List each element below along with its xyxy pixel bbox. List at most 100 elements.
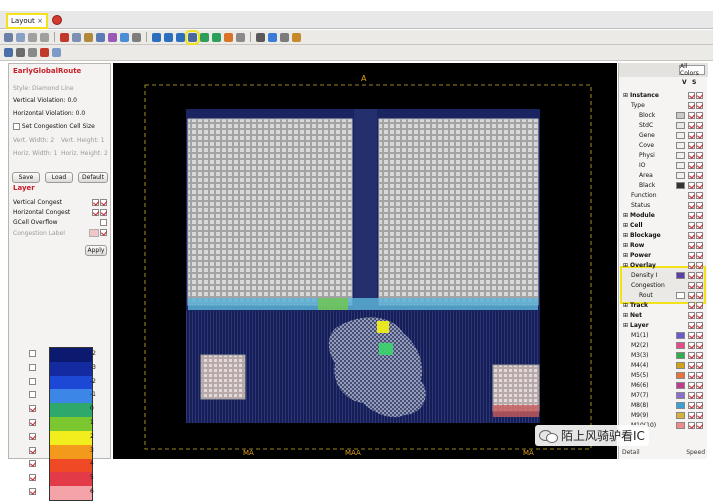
selectable-checkbox[interactable]: [696, 262, 703, 269]
visible-checkbox[interactable]: [688, 152, 695, 159]
visible-checkbox[interactable]: [688, 202, 695, 209]
visible-checkbox[interactable]: [688, 222, 695, 229]
tab-close-icon[interactable]: ×: [37, 17, 43, 25]
view-mode-icon[interactable]: [4, 48, 13, 57]
selectable-checkbox[interactable]: [696, 292, 703, 299]
visible-checkbox[interactable]: [100, 229, 107, 236]
tree-item-m6-6[interactable]: M6(6): [621, 381, 705, 390]
color-swatch[interactable]: [676, 342, 685, 349]
visible-checkbox[interactable]: [688, 252, 695, 259]
expand-icon[interactable]: ⊞: [623, 92, 628, 99]
visible-checkbox[interactable]: [688, 332, 695, 339]
legend-checkbox[interactable]: [29, 391, 36, 399]
legend-checkbox[interactable]: [29, 460, 36, 468]
default-button[interactable]: Default: [78, 172, 108, 183]
visible-checkbox[interactable]: [688, 382, 695, 389]
tree-item-layer[interactable]: ⊞ Layer: [621, 321, 705, 330]
expand-icon[interactable]: ⊞: [623, 212, 628, 219]
visible-checkbox[interactable]: [688, 92, 695, 99]
tree-item-m7-7[interactable]: M7(7): [621, 391, 705, 400]
info-icon[interactable]: [268, 32, 277, 42]
selectable-checkbox[interactable]: [696, 112, 703, 119]
selectable-checkbox[interactable]: [696, 142, 703, 149]
layer-congestion-label[interactable]: Congestion Label: [13, 229, 107, 237]
visible-checkbox[interactable]: [688, 182, 695, 189]
selectable-checkbox[interactable]: [696, 232, 703, 239]
visible-checkbox[interactable]: [688, 212, 695, 219]
visible-checkbox[interactable]: [688, 242, 695, 249]
expand-icon[interactable]: ⊞: [623, 322, 628, 329]
macro-block-right[interactable]: [378, 118, 539, 306]
selectable-checkbox[interactable]: [696, 342, 703, 349]
visible-checkbox[interactable]: [688, 172, 695, 179]
refresh-icon[interactable]: [200, 32, 209, 42]
legend-checkbox[interactable]: [29, 488, 36, 496]
visible-checkbox[interactable]: [688, 262, 695, 269]
save-button[interactable]: Save: [12, 172, 40, 183]
selectable-checkbox[interactable]: [696, 302, 703, 309]
expand-icon[interactable]: ⊞: [623, 302, 628, 309]
select-icon[interactable]: [120, 32, 129, 42]
legend-checkbox[interactable]: [29, 377, 36, 385]
tree-item-module[interactable]: ⊞ Module: [621, 211, 705, 220]
align-icon[interactable]: [96, 32, 105, 42]
tree-item-area[interactable]: Area: [621, 171, 705, 180]
edit-icon[interactable]: [108, 32, 117, 42]
select-mode-icon[interactable]: [52, 48, 61, 57]
measure-icon[interactable]: [256, 32, 265, 42]
ruler-icon[interactable]: [236, 32, 245, 42]
set-congestion-checkbox[interactable]: [13, 123, 20, 130]
pan-icon[interactable]: [132, 32, 141, 42]
grid-icon[interactable]: [28, 48, 37, 57]
color-swatch[interactable]: [89, 229, 99, 237]
selectable-checkbox[interactable]: [696, 382, 703, 389]
visible-checkbox[interactable]: [688, 162, 695, 169]
legend-checkbox[interactable]: [29, 432, 36, 440]
zoom-in-icon[interactable]: [152, 32, 161, 42]
visible-checkbox[interactable]: [688, 272, 695, 279]
color-swatch[interactable]: [676, 362, 685, 369]
visible-checkbox[interactable]: [688, 232, 695, 239]
legend-checkbox[interactable]: [29, 446, 36, 454]
tree-item-stdc[interactable]: StdC: [621, 121, 705, 130]
color-swatch[interactable]: [676, 352, 685, 359]
zoom-out-icon[interactable]: [164, 32, 173, 42]
color-swatch[interactable]: [676, 172, 685, 179]
stop-icon[interactable]: [224, 32, 233, 42]
move-icon[interactable]: [84, 32, 93, 42]
legend-checkbox[interactable]: [29, 474, 36, 482]
apply-button[interactable]: Apply: [85, 245, 107, 256]
tree-item-m1-1[interactable]: M1(1): [621, 331, 705, 340]
selectable-checkbox[interactable]: [696, 422, 703, 429]
set-congestion-row[interactable]: Set Congestion Cell Size: [13, 123, 95, 130]
open-icon[interactable]: [4, 32, 13, 42]
expand-icon[interactable]: ⊞: [623, 252, 628, 259]
tab-layout[interactable]: Layout ×: [6, 13, 48, 29]
horiz-width-field[interactable]: Horiz. Width: 1: [13, 150, 57, 157]
speed-label[interactable]: Speed: [686, 449, 705, 459]
color-swatch[interactable]: [676, 392, 685, 399]
tree-item-m3-3[interactable]: M3(3): [621, 351, 705, 360]
selectable-checkbox[interactable]: [696, 192, 703, 199]
tree-item-physi[interactable]: Physi: [621, 151, 705, 160]
selectable-checkbox[interactable]: [696, 412, 703, 419]
visible-checkbox[interactable]: [688, 392, 695, 399]
visible-checkbox[interactable]: [688, 292, 695, 299]
selectable-checkbox[interactable]: [696, 332, 703, 339]
tree-item-m2-2[interactable]: M2(2): [621, 341, 705, 350]
layer-gcell-overflow[interactable]: GCell Overflow: [13, 219, 107, 226]
tree-item-net[interactable]: ⊞ Net: [621, 311, 705, 320]
visible-checkbox[interactable]: [688, 362, 695, 369]
tree-item-status[interactable]: Status: [621, 201, 705, 210]
tree-item-density-i[interactable]: Density I: [621, 271, 705, 280]
legend-checkbox[interactable]: [29, 349, 36, 357]
tree-item-io[interactable]: IO: [621, 161, 705, 170]
tree-item-rout[interactable]: Rout: [621, 291, 705, 300]
visible-checkbox[interactable]: [688, 422, 695, 429]
delete-icon[interactable]: [60, 32, 69, 42]
vert-width-field[interactable]: Vert. Width: 2: [13, 137, 54, 144]
selectable-checkbox[interactable]: [696, 312, 703, 319]
tree-item-cell[interactable]: ⊞ Cell: [621, 221, 705, 230]
selectable-checkbox[interactable]: [696, 352, 703, 359]
visible-checkbox[interactable]: [100, 219, 107, 226]
